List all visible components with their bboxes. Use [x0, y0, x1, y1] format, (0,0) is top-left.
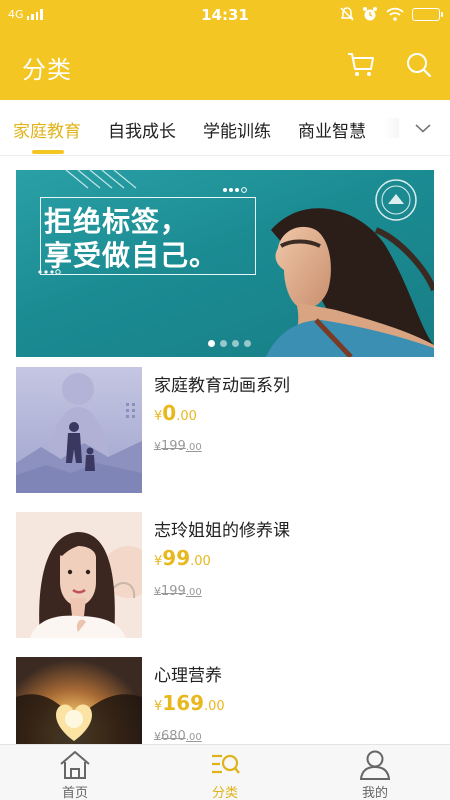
category-search-icon: [212, 754, 240, 774]
user-icon: [359, 750, 391, 780]
list-item[interactable]: 家庭教育动画系列 ¥0.00 ¥199.00: [0, 367, 450, 497]
product-price: ¥0.00: [154, 401, 197, 425]
original-price: ¥199.00: [154, 435, 202, 454]
orig-integer: 680: [161, 729, 186, 744]
price-integer: 99: [162, 546, 191, 570]
app-screen: 4G 14:31 分类 家庭教育 自我成长 学能训练 商业智慧 拒绝标签， 享受…: [0, 0, 450, 800]
nav-home[interactable]: 首页: [20, 745, 130, 800]
alarm-icon: [363, 7, 377, 21]
orig-decimal: .00: [185, 732, 202, 743]
battery-icon: [412, 7, 443, 21]
carousel-dot[interactable]: [232, 340, 239, 347]
original-price: ¥680.00: [154, 725, 202, 744]
mute-icon: [340, 7, 354, 21]
product-thumbnail: [16, 367, 142, 493]
carousel-dot[interactable]: [208, 340, 215, 347]
nav-category[interactable]: 分类: [170, 745, 280, 800]
orig-integer: 199: [161, 439, 186, 454]
orig-currency: ¥: [154, 440, 161, 453]
carousel-dot[interactable]: [244, 340, 251, 347]
home-icon: [60, 751, 90, 779]
status-icons: [339, 6, 443, 22]
tab-learning-training[interactable]: 学能训练: [203, 117, 271, 142]
page-title: 分类: [22, 56, 72, 84]
orig-currency: ¥: [154, 585, 161, 598]
nav-home-label: 首页: [61, 786, 88, 800]
tabs-scroll-fade: [385, 118, 399, 138]
orig-decimal: .00: [185, 587, 202, 598]
nav-profile-label: 我的: [361, 786, 388, 800]
wifi-icon: [386, 7, 404, 21]
cart-icon: [348, 53, 374, 76]
nav-profile[interactable]: 我的: [320, 745, 430, 800]
tab-self-growth[interactable]: 自我成长: [108, 117, 176, 142]
orig-decimal: .00: [185, 442, 202, 453]
price-integer: 169: [162, 691, 205, 715]
price-integer: 0: [162, 401, 177, 425]
search-icon: [407, 53, 432, 78]
active-tab-indicator: [32, 150, 64, 154]
top-bar: 4G 14:31 分类: [0, 0, 450, 100]
promo-banner[interactable]: 拒绝标签， 享受做自己。: [16, 170, 434, 357]
category-tabs: 家庭教育 自我成长 学能训练 商业智慧: [0, 100, 450, 156]
price-decimal: .00: [176, 409, 197, 424]
carousel-dot[interactable]: [220, 340, 227, 347]
product-price: ¥169.00: [154, 691, 225, 715]
chevron-down-icon: [415, 124, 431, 133]
product-title: 家庭教育动画系列: [154, 376, 290, 396]
banner-headline-2: 享受做自己。: [44, 239, 219, 272]
product-thumbnail: [16, 512, 142, 638]
orig-currency: ¥: [154, 730, 161, 743]
tab-business-wisdom[interactable]: 商业智慧: [298, 117, 366, 142]
product-price: ¥99.00: [154, 546, 211, 570]
orig-integer: 199: [161, 584, 186, 599]
status-bar: 4G 14:31: [0, 0, 450, 30]
list-item[interactable]: 志玲姐姐的修养课 ¥99.00 ¥199.00: [0, 512, 450, 642]
nav-category-label: 分类: [211, 786, 238, 800]
product-title: 志玲姐姐的修养课: [154, 521, 290, 541]
tab-family-education[interactable]: 家庭教育: [13, 117, 81, 142]
search-button[interactable]: [402, 48, 436, 82]
carousel-dots: [208, 340, 251, 347]
product-title: 心理营养: [154, 666, 222, 686]
bottom-navigation: 首页 分类 我的: [0, 744, 450, 800]
price-decimal: .00: [204, 699, 225, 714]
price-decimal: .00: [190, 554, 211, 569]
cart-button[interactable]: [344, 48, 378, 82]
expand-tabs-button[interactable]: [409, 116, 437, 140]
original-price: ¥199.00: [154, 580, 202, 599]
